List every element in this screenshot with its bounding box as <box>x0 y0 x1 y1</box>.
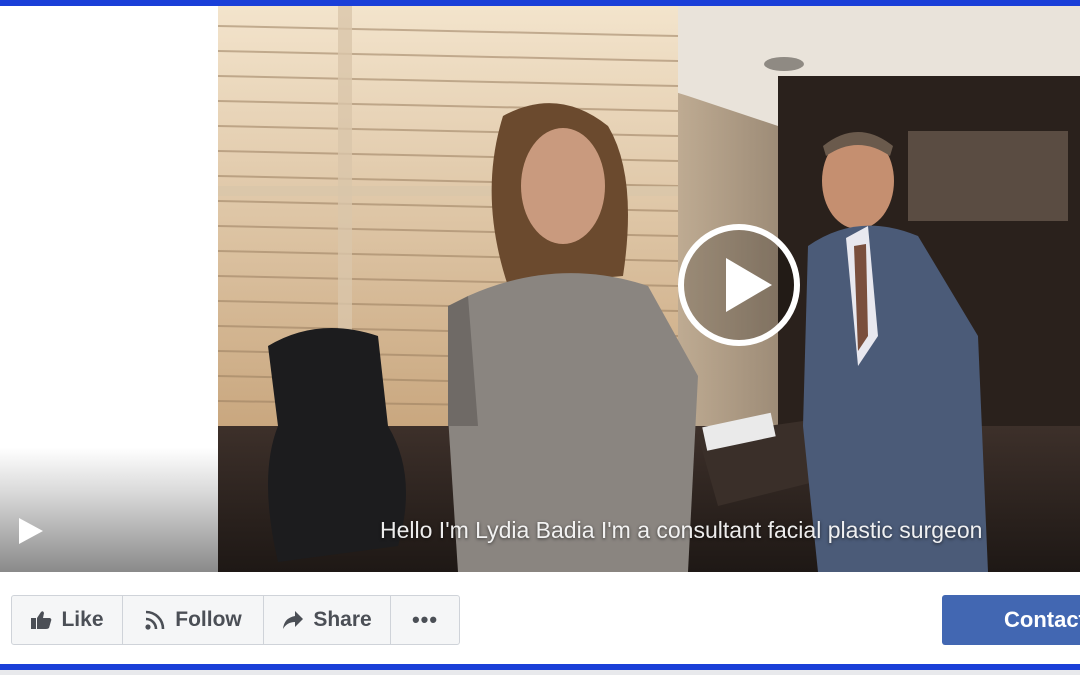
follow-button[interactable]: Follow <box>123 596 264 644</box>
more-icon: ••• <box>411 607 439 632</box>
page-actions-bar: Like Follow Share ••• <box>11 595 460 645</box>
share-button[interactable]: Share <box>264 596 391 644</box>
share-label: Share <box>313 608 372 631</box>
contact-button[interactable]: Contact <box>942 595 1080 645</box>
like-button[interactable]: Like <box>12 596 123 644</box>
play-icon <box>726 258 772 312</box>
video-frame-scene <box>218 6 1080 572</box>
like-label: Like <box>61 608 104 631</box>
contact-label: Contact <box>1004 607 1080 632</box>
thumbs-up-icon <box>30 610 52 630</box>
more-options-button[interactable]: ••• <box>391 596 459 644</box>
follow-label: Follow <box>175 608 242 631</box>
bottom-strip <box>0 670 1080 675</box>
video-caption: Hello I'm Lydia Badia I'm a consultant f… <box>380 517 983 543</box>
small-play-icon[interactable] <box>19 518 43 544</box>
share-arrow-icon <box>282 610 304 630</box>
video-left-panel <box>0 6 218 572</box>
office-scene-image <box>218 6 1080 572</box>
rss-icon <box>144 609 166 631</box>
video-player[interactable]: Hello I'm Lydia Badia I'm a consultant f… <box>0 6 1080 572</box>
play-button[interactable] <box>678 224 800 346</box>
